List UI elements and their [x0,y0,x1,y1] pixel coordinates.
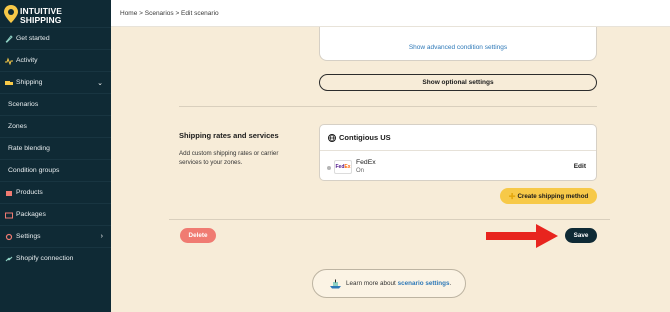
section-divider [179,106,597,107]
sidebar-nav: Get started Activity Shipping ⌄ Scenario… [0,27,111,269]
fedex-logo-fe: Fed [335,164,345,170]
chevron-down-icon: ⌄ [97,80,103,87]
globe-icon [328,133,336,142]
sidebar-item-shopify-connection[interactable]: Shopify connection [0,247,111,269]
sidebar-item-shipping[interactable]: Shipping ⌄ [0,71,111,93]
panel-divider [320,150,596,151]
sidebar-item-label: Condition groups [8,167,60,174]
top-header: Home > Scenarios > Edit scenario [111,0,670,27]
sidebar-item-label: Shopify connection [16,255,74,262]
sidebar-item-label: Shipping [16,79,43,86]
rocket-icon [5,34,13,43]
section-title: Shipping rates and services [179,131,279,140]
zone-header: Contigious US [328,133,391,142]
sidebar-item-label: Zones [8,123,27,130]
status-dot [327,166,331,170]
gear-icon [5,233,13,241]
learn-more-period: . [449,280,452,287]
truck-icon [5,79,13,87]
package-icon [5,211,13,219]
sidebar-item-products[interactable]: Products [0,181,111,203]
sidebar-item-packages[interactable]: Packages [0,203,111,225]
sidebar-item-get-started[interactable]: Get started [0,27,111,49]
scenario-settings-link[interactable]: scenario settings [398,280,450,287]
location-pin-icon [4,5,18,23]
sidebar-item-label: Products [16,189,43,196]
sidebar-item-activity[interactable]: Activity [0,49,111,71]
ship-icon [330,279,341,288]
carrier-status: On [356,168,365,174]
create-shipping-method-button[interactable]: ✛ Create shipping method [500,188,597,204]
zone-rates-panel: Contigious US Fed Ex FedEx On Edit [319,124,597,181]
sidebar: INTUITIVE SHIPPING Get started Activity … [0,0,111,312]
link-icon [5,255,13,263]
sidebar-item-label: Packages [16,211,46,218]
sidebar-item-zones[interactable]: Zones [0,115,111,137]
footer-divider [169,219,610,220]
plus-icon: ✛ [508,191,516,201]
red-arrow-annotation [486,224,558,248]
brand-name-line2: SHIPPING [20,15,62,25]
chevron-right-icon: › [100,233,103,240]
edit-carrier-button[interactable]: Edit [574,163,586,170]
sidebar-item-scenarios[interactable]: Scenarios [0,93,111,115]
sidebar-item-condition-groups[interactable]: Condition groups [0,159,111,181]
breadcrumb[interactable]: Home > Scenarios > Edit scenario [120,10,219,17]
learn-more-box[interactable]: Learn more about scenario settings. [312,269,466,298]
create-shipping-method-label: Create shipping method [517,192,589,200]
zone-title: Contigious US [339,133,391,142]
section-description: Add custom shipping rates or carrier ser… [179,150,279,166]
sidebar-item-label: Settings [16,233,41,240]
sidebar-item-rate-blending[interactable]: Rate blending [0,137,111,159]
sidebar-item-label: Rate blending [8,145,50,152]
box-icon [5,189,13,197]
learn-more-text: Learn more about [346,280,396,287]
conditions-panel: Show advanced condition settings [319,27,597,61]
delete-button[interactable]: Delete [180,228,216,243]
sidebar-item-label: Get started [16,35,50,42]
fedex-logo: Fed Ex [334,160,352,174]
sidebar-item-settings[interactable]: Settings › [0,225,111,247]
show-optional-settings-button[interactable]: Show optional settings [319,74,597,91]
carrier-name: FedEx [356,159,376,166]
activity-icon [5,57,13,65]
fedex-logo-ex: Ex [344,164,351,170]
sidebar-item-label: Activity [16,57,38,64]
advanced-settings-link[interactable]: Show advanced condition settings [320,44,596,51]
brand-logo[interactable]: INTUITIVE SHIPPING [4,5,108,25]
sidebar-item-label: Scenarios [8,101,39,108]
save-button[interactable]: Save [565,228,597,243]
